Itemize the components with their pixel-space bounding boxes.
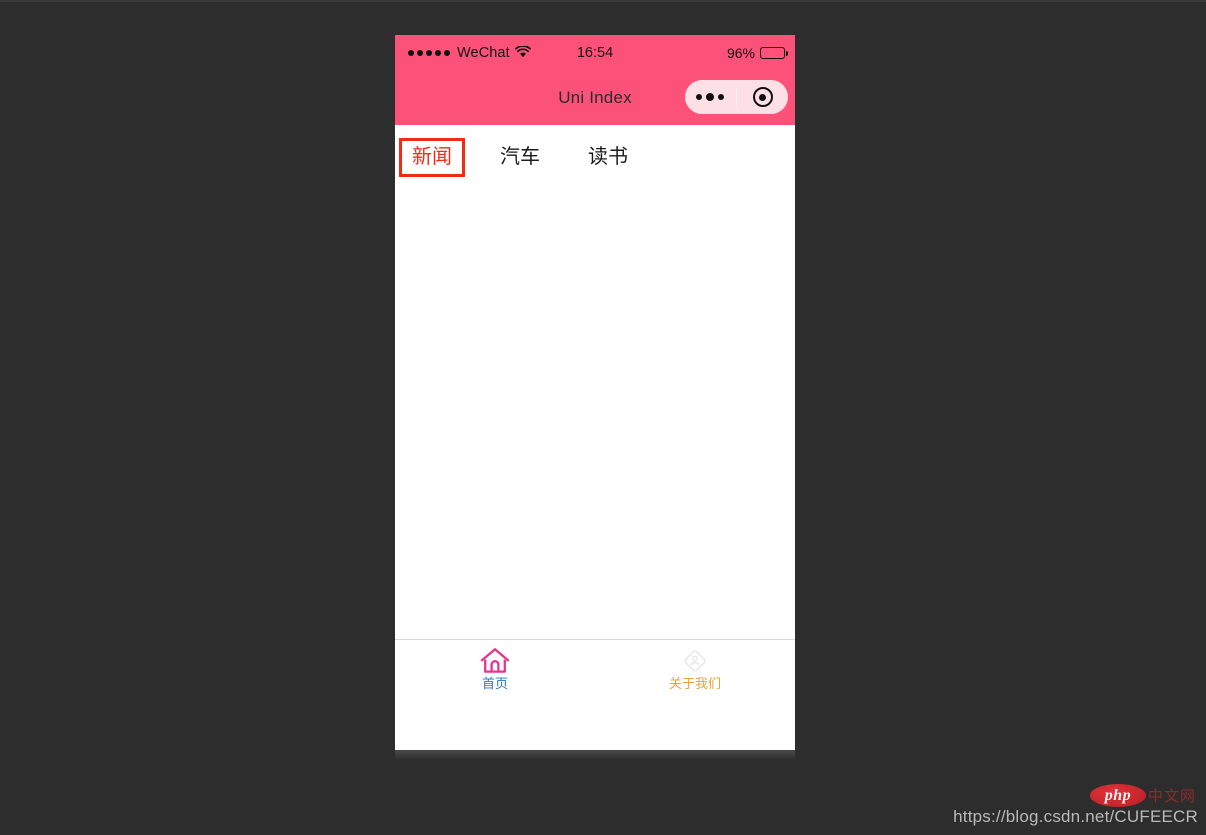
tabbar-item-home[interactable]: 首页 [395, 640, 595, 695]
watermark: php 中文网 https://blog.csdn.net/CUFEECR [953, 781, 1198, 827]
tabbar-label-about: 关于我们 [668, 675, 721, 691]
home-icon [480, 646, 510, 676]
user-diamond-icon [681, 646, 709, 676]
tab-books[interactable]: 读书 [575, 138, 641, 177]
category-tab-row: 新闻 汽车 读书 [395, 125, 795, 177]
php-badge-text: php [1089, 784, 1146, 807]
watermark-url: https://blog.csdn.net/CUFEECR [953, 807, 1198, 826]
wechat-capsule-button[interactable] [685, 80, 788, 114]
battery-percent-label: 96% [726, 44, 755, 61]
device-bottom-bezel [395, 750, 795, 760]
top-hairline [0, 0, 1206, 2]
phone-simulator-frame: WeChat 16:54 96% Uni Index 新闻 汽车 读书 首页 关… [395, 35, 795, 750]
tabbar-label-home: 首页 [481, 675, 508, 691]
status-bar-right: 96% [726, 44, 788, 61]
tab-cars[interactable]: 汽车 [487, 138, 553, 177]
php-logo-badge: php 中文网 [1089, 784, 1196, 807]
battery-icon [760, 46, 788, 59]
target-circle-icon[interactable] [738, 87, 788, 107]
bottom-tab-bar: 首页 关于我们 [395, 639, 795, 695]
page-content: 新闻 汽车 读书 首页 关于我们 [395, 125, 795, 695]
navigation-bar: Uni Index [395, 70, 795, 125]
tabbar-item-about[interactable]: 关于我们 [595, 640, 795, 695]
ellipsis-icon[interactable] [685, 93, 735, 101]
php-badge-suffix: 中文网 [1147, 788, 1196, 805]
status-bar: WeChat 16:54 96% [395, 35, 795, 70]
tab-news[interactable]: 新闻 [399, 138, 465, 177]
